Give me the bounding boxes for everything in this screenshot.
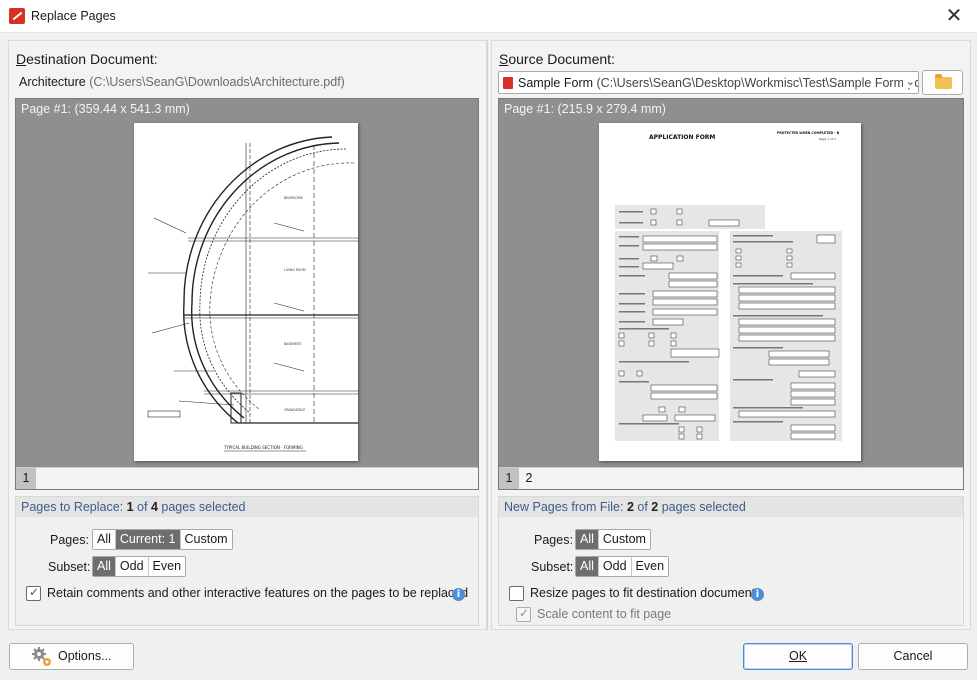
pages-to-replace-header: Pages to Replace: 1 of 4 pages selected — [16, 497, 478, 517]
scale-content-label: Scale content to fit page — [537, 607, 672, 621]
source-pages-custom-option[interactable]: Custom — [598, 530, 650, 549]
source-heading: Source Document: — [499, 51, 615, 67]
source-subset-selector: All Odd Even — [575, 556, 670, 577]
svg-text:BEDROOMS: BEDROOMS — [284, 196, 303, 200]
destination-thumbnail-bar: 1 — [16, 467, 478, 489]
retain-comments-label: Retain comments and other interactive fe… — [47, 586, 469, 600]
new-pages-header: New Pages from File: 2 of 2 pages select… — [499, 497, 963, 517]
subset-all-option[interactable]: All — [93, 557, 116, 576]
scale-content-checkbox[interactable] — [516, 606, 531, 622]
destination-thumb-1[interactable]: 1 — [16, 468, 36, 489]
source-file-path: (C:\Users\SeanG\Desktop\Workmisc\Test\Sa… — [596, 76, 919, 90]
destination-file-path: (C:\Users\SeanG\Downloads\Architecture.p… — [89, 75, 345, 89]
source-pages-selector: All Custom — [575, 529, 651, 550]
resize-pages-label: Resize pages to fit destination document — [530, 586, 756, 600]
ok-button[interactable]: OK — [743, 643, 853, 670]
info-icon[interactable]: i — [751, 588, 764, 601]
source-subset-even-option[interactable]: Even — [631, 557, 669, 576]
source-page-title: Page #1: (215.9 x 279.4 mm) — [504, 102, 666, 116]
form-protected-label: PROTECTED WHEN COMPLETED - B — [777, 131, 840, 135]
destination-page-title: Page #1: (359.44 x 541.3 mm) — [21, 102, 190, 116]
pages-custom-option[interactable]: Custom — [180, 530, 232, 549]
chevron-down-icon[interactable]: ⌄ — [902, 75, 915, 88]
subset-label: Subset: — [48, 560, 91, 574]
pdf-app-icon — [9, 8, 25, 24]
subset-odd-option[interactable]: Odd — [115, 557, 149, 576]
drawing-title: TYPICAL BUILDING SECTION - FORMING — [223, 445, 303, 450]
panel-divider — [487, 40, 488, 630]
pdf-file-icon — [503, 77, 513, 89]
retain-comments-checkbox[interactable] — [26, 585, 41, 601]
pages-all-option[interactable]: All — [93, 530, 116, 549]
source-page-thumbnail[interactable]: APPLICATION FORM PROTECTED WHEN COMPLETE… — [599, 123, 861, 461]
info-icon[interactable]: i — [452, 588, 465, 601]
window-title: Replace Pages — [31, 9, 116, 23]
svg-text:BASEMENT: BASEMENT — [284, 342, 302, 346]
gear-icon — [32, 647, 51, 666]
pages-label: Pages: — [50, 533, 89, 547]
source-thumb-2[interactable]: 2 — [519, 468, 539, 489]
cancel-label: Cancel — [893, 649, 933, 663]
source-file-name: Sample Form — [518, 76, 594, 90]
pages-current-option[interactable]: Current: 1 — [115, 530, 181, 549]
destination-file-name: Architecture — [19, 75, 86, 89]
source-pages-all-option[interactable]: All — [576, 530, 599, 549]
destination-page-thumbnail[interactable]: BEDROOMS LIVING ROOM BASEMENT CRAWLSPACE… — [134, 123, 358, 461]
destination-file: Architecture (C:\Users\SeanG\Downloads\A… — [19, 75, 345, 89]
destination-subset-selector: All Odd Even — [92, 556, 187, 577]
destination-pages-selector: All Current: 1 Custom — [92, 529, 233, 550]
architecture-drawing: BEDROOMS LIVING ROOM BASEMENT CRAWLSPACE… — [147, 136, 358, 452]
resize-pages-checkbox[interactable] — [509, 586, 524, 601]
source-document-dropdown[interactable]: Sample Form (C:\Users\SeanG\Desktop\Work… — [498, 71, 919, 94]
source-pages-label: Pages: — [534, 533, 573, 547]
source-thumb-1[interactable]: 1 — [499, 468, 519, 489]
source-subset-label: Subset: — [531, 560, 574, 574]
subset-even-option[interactable]: Even — [148, 557, 186, 576]
folder-icon — [935, 74, 952, 89]
ok-label: OK — [788, 649, 808, 663]
destination-panel: Destination Document: Architecture (C:\U… — [8, 40, 487, 630]
new-pages-section: New Pages from File: 2 of 2 pages select… — [498, 496, 964, 626]
browse-folder-button[interactable] — [922, 70, 963, 95]
application-form-image: APPLICATION FORM PROTECTED WHEN COMPLETE… — [615, 131, 842, 441]
svg-text:CRAWLSPACE: CRAWLSPACE — [284, 408, 305, 412]
title-bar: Replace Pages ✕ — [0, 0, 977, 33]
form-page-label: Page 1 of 3 — [819, 137, 836, 141]
source-preview: Page #1: (215.9 x 279.4 mm) APPLICATION … — [498, 98, 964, 490]
svg-text:LIVING ROOM: LIVING ROOM — [284, 268, 306, 272]
destination-preview: Page #1: (359.44 x 541.3 mm) BEDROOMS LI… — [15, 98, 479, 490]
source-subset-all-option[interactable]: All — [576, 557, 599, 576]
cancel-button[interactable]: Cancel — [858, 643, 968, 670]
options-label: Options... — [58, 649, 112, 663]
source-panel: Source Document: Sample Form (C:\Users\S… — [491, 40, 971, 630]
close-icon[interactable]: ✕ — [931, 0, 977, 32]
source-subset-odd-option[interactable]: Odd — [598, 557, 632, 576]
source-thumbnail-bar: 1 2 — [499, 467, 963, 489]
destination-heading: Destination Document: — [16, 51, 158, 67]
form-title: APPLICATION FORM — [649, 134, 715, 141]
pages-to-replace-section: Pages to Replace: 1 of 4 pages selected … — [15, 496, 479, 626]
options-button[interactable]: Options... — [9, 643, 134, 670]
